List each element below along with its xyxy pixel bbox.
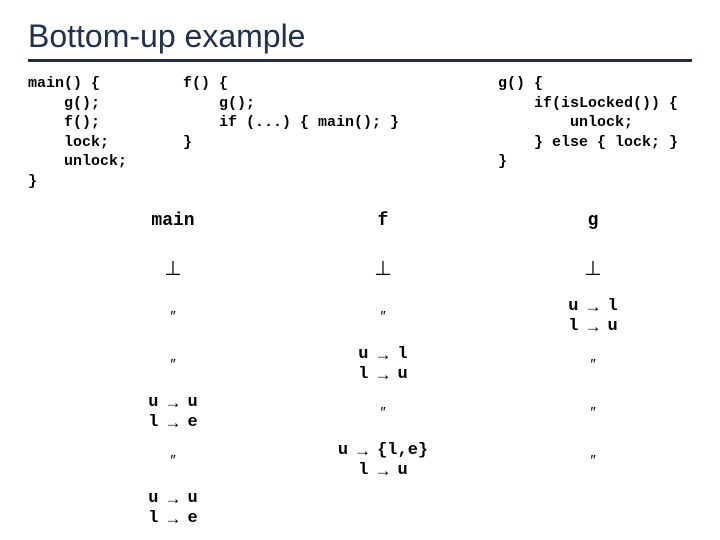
mapping-lhs: l — [148, 413, 158, 433]
mapping-rhs: e — [188, 413, 198, 433]
mapping-line: u → u — [148, 393, 197, 413]
code-main: main() { g(); f(); lock; unlock; } — [28, 74, 183, 191]
title-underline — [28, 59, 692, 62]
ditto-symbol: ″ — [170, 356, 175, 373]
table-cell — [488, 489, 698, 529]
mapping-lhs: u — [148, 393, 158, 413]
col-header-main: main — [68, 201, 278, 241]
ditto-symbol: ″ — [170, 452, 175, 469]
table-cell: ⊥ — [68, 249, 278, 289]
table-cell: u → l l → u — [278, 345, 488, 385]
ditto-symbol: ″ — [380, 308, 385, 325]
mapping-rhs: u — [608, 317, 618, 337]
table-cell: u → l l → u — [488, 297, 698, 337]
mapping-line: l → e — [148, 413, 197, 433]
table-cell: ⊥ — [278, 249, 488, 289]
mapping-lhs: u — [338, 441, 348, 461]
ditto-symbol: ″ — [590, 356, 595, 373]
table-cell: ″ — [488, 393, 698, 433]
mapping-line: l → u — [358, 365, 407, 385]
mapping-lhs: u — [148, 489, 158, 509]
arrow-icon: → — [165, 413, 182, 433]
mapping-line: l → u — [568, 317, 617, 337]
code-f: f() { g(); if (...) { main(); } } — [183, 74, 498, 191]
mapping-line: l → u — [358, 461, 407, 481]
mapping-lhs: l — [148, 509, 158, 529]
table-cell: ″ — [68, 297, 278, 337]
arrow-icon: → — [585, 297, 602, 317]
table-cell: ″ — [68, 345, 278, 385]
code-g: g() { if(isLocked()) { unlock; } else { … — [498, 74, 692, 191]
table-cell: u→{l,e}l→u — [278, 441, 488, 481]
col-header-g: g — [488, 201, 698, 241]
mapping-rhs: u — [188, 489, 198, 509]
ditto-symbol: ″ — [170, 308, 175, 325]
table-cell: ″ — [488, 441, 698, 481]
bottom-symbol: ⊥ — [584, 258, 601, 281]
mapping-rhs: l — [608, 297, 618, 317]
mapping-line: u → {l,e} — [338, 441, 428, 461]
mapping-line: l → e — [148, 509, 197, 529]
table-cell — [278, 489, 488, 529]
iteration-table: main f g ⊥⊥⊥″″u→ll→u″u→ll→u″u→ul→e″″″u→{… — [68, 201, 692, 529]
mapping-rhs: {l,e} — [377, 441, 428, 461]
table-cell: ″ — [68, 441, 278, 481]
arrow-icon: → — [165, 393, 182, 413]
ditto-symbol: ″ — [590, 404, 595, 421]
mapping-line: u → l — [358, 345, 407, 365]
arrow-icon: → — [165, 509, 182, 529]
mapping-rhs: e — [188, 509, 198, 529]
table-cell: ⊥ — [488, 249, 698, 289]
slide: Bottom-up example main() { g(); f(); loc… — [0, 0, 720, 540]
mapping-rhs: u — [398, 461, 408, 481]
ditto-symbol: ″ — [590, 452, 595, 469]
mapping-rhs: l — [398, 345, 408, 365]
mapping-rhs: u — [188, 393, 198, 413]
arrow-icon: → — [165, 489, 182, 509]
arrow-icon: → — [375, 365, 392, 385]
mapping-lhs: l — [568, 317, 578, 337]
ditto-symbol: ″ — [380, 404, 385, 421]
table-cell: ″ — [278, 297, 488, 337]
table-cell: u→ul→e — [68, 489, 278, 529]
arrow-icon: → — [375, 345, 392, 365]
arrow-icon: → — [375, 461, 392, 481]
mapping-line: u → l — [568, 297, 617, 317]
mapping-lhs: l — [358, 365, 368, 385]
table-cell: ″ — [278, 393, 488, 433]
bottom-symbol: ⊥ — [164, 258, 181, 281]
arrow-icon: → — [354, 441, 371, 461]
mapping-lhs: u — [568, 297, 578, 317]
table-cell: u→ul→e — [68, 393, 278, 433]
mapping-lhs: u — [358, 345, 368, 365]
slide-title: Bottom-up example — [28, 18, 692, 55]
mapping-line: u → u — [148, 489, 197, 509]
mapping-rhs: u — [398, 365, 408, 385]
bottom-symbol: ⊥ — [374, 258, 391, 281]
col-header-f: f — [278, 201, 488, 241]
table-cell: ″ — [488, 345, 698, 385]
arrow-icon: → — [585, 317, 602, 337]
code-listing: main() { g(); f(); lock; unlock; } f() {… — [28, 74, 692, 191]
mapping-lhs: l — [358, 461, 368, 481]
